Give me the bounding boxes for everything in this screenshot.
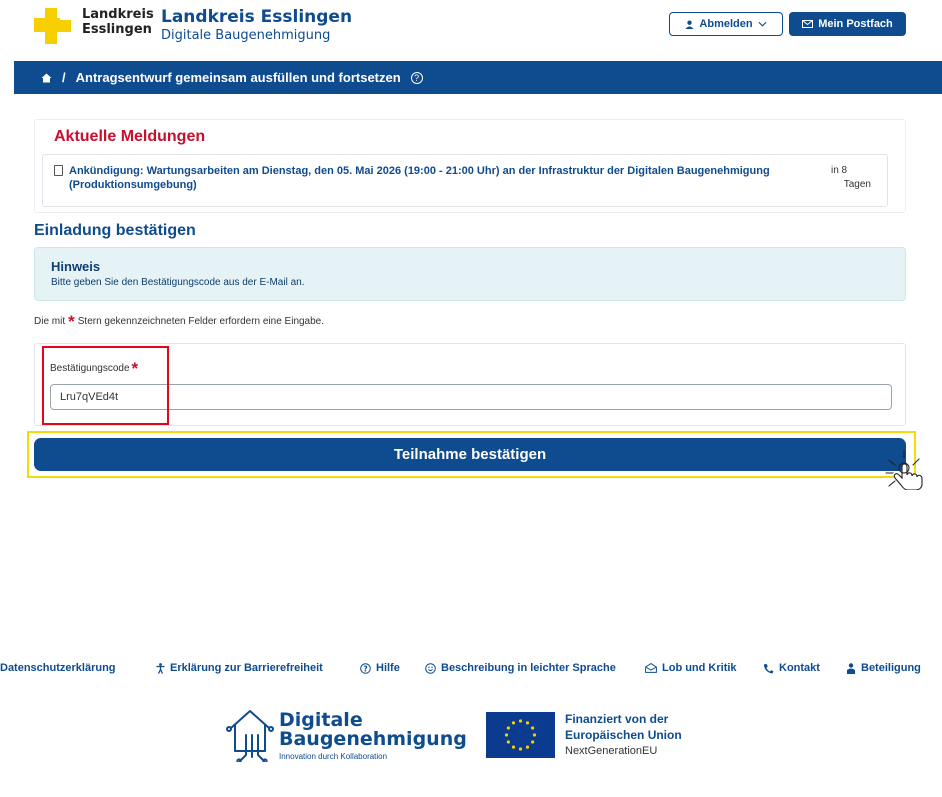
logout-button[interactable]: Abmelden	[669, 12, 783, 36]
news-item-age: in 8 Tagen	[831, 164, 871, 192]
breadcrumb-current: Antragsentwurf gemeinsam ausfüllen und f…	[75, 70, 401, 85]
required-note-prefix: Die mit	[34, 316, 66, 327]
mailbox-label: Mein Postfach	[818, 18, 893, 30]
eu-funding-note: Finanziert von der Europäischen Union Ne…	[565, 711, 682, 759]
phone-icon	[763, 663, 774, 673]
required-asterisk-icon: *	[68, 311, 75, 331]
footer-link-contact[interactable]: Kontakt	[763, 662, 820, 674]
confirmation-code-label: Bestätigungscode *	[50, 358, 139, 378]
mailbox-button[interactable]: Mein Postfach	[789, 12, 906, 36]
footer-links: Datenschutzerklärung Erklärung zur Barri…	[0, 662, 942, 678]
news-item-link[interactable]: Ankündigung: Wartungsarbeiten am Diensta…	[69, 164, 829, 192]
news-item-age-line2: Tagen	[843, 179, 871, 190]
svg-text:?: ?	[363, 664, 367, 673]
logo-line-1: Landkreis	[82, 7, 154, 22]
eu-star-icon	[525, 745, 530, 749]
logout-label: Abmelden	[699, 18, 753, 30]
accessibility-icon	[156, 662, 165, 674]
footer-link-participation[interactable]: Beteiligung	[846, 662, 921, 674]
footer-link-label: Beschreibung in leichter Sprache	[441, 662, 616, 674]
eu-line-2: Europäischen Union	[565, 728, 682, 742]
user-icon	[685, 20, 694, 29]
footer-link-label: Kontakt	[779, 662, 820, 674]
help-circle-icon: ?	[360, 662, 371, 674]
news-panel: Aktuelle Meldungen Ankündigung: Wartungs…	[34, 119, 906, 213]
footer-link-label: Lob und Kritik	[662, 662, 737, 674]
breadcrumb-separator: /	[62, 70, 66, 85]
news-item-age-line1: in 8	[831, 165, 848, 176]
eu-star-icon	[506, 740, 510, 744]
footer-link-label: Datenschutzerklärung	[0, 662, 116, 674]
eu-star-icon	[504, 733, 509, 737]
smiley-icon	[425, 662, 436, 674]
eu-star-icon	[506, 726, 510, 730]
site-title[interactable]: Landkreis Esslingen Digitale Baugenehmig…	[161, 7, 352, 44]
landkreis-logo-text: Landkreis Esslingen	[82, 7, 154, 37]
eu-flag-icon	[486, 712, 555, 758]
confirmation-code-input[interactable]	[50, 384, 892, 410]
envelope-icon	[802, 20, 814, 28]
home-icon[interactable]	[41, 73, 52, 83]
eu-star-icon	[525, 721, 530, 725]
db-logo-line-2: Baugenehmigung	[279, 728, 467, 750]
hint-text: Bitte geben Sie den Bestätigungscode aus…	[51, 277, 305, 288]
confirm-participation-button[interactable]: Teilnahme bestätigen	[34, 438, 906, 471]
required-asterisk-icon: *	[131, 358, 139, 378]
eu-star-icon	[518, 747, 523, 751]
eu-star-icon	[511, 721, 516, 725]
user-icon	[847, 662, 855, 674]
breadcrumb: / Antragsentwurf gemeinsam ausfüllen und…	[14, 61, 942, 94]
eu-star-icon	[531, 726, 535, 730]
hand-cursor-click-icon	[885, 450, 923, 490]
document-icon	[54, 165, 63, 176]
eu-star-icon	[532, 733, 537, 737]
eu-star-icon	[518, 719, 523, 723]
page-title: Einladung bestätigen	[34, 222, 196, 239]
footer-link-label: Erklärung zur Barrierefreiheit	[170, 662, 323, 674]
footer-link-help[interactable]: ? Hilfe	[360, 662, 400, 674]
eu-star-icon	[511, 745, 516, 749]
chevron-down-icon	[758, 21, 767, 27]
footer-link-privacy[interactable]: Datenschutzerklärung	[0, 662, 116, 674]
hint-box: Hinweis Bitte geben Sie den Bestätigungs…	[34, 247, 906, 301]
required-fields-note: Die mit * Stern gekennzeichneten Felder …	[34, 311, 325, 331]
hint-title: Hinweis	[51, 259, 101, 274]
envelope-open-icon	[645, 663, 657, 673]
eu-line-3: NextGenerationEU	[565, 745, 658, 757]
eu-line-1: Finanziert von der	[565, 712, 669, 726]
logo-line-2: Esslingen	[82, 22, 152, 37]
help-icon[interactable]: ?	[410, 71, 423, 84]
footer-link-easy-language[interactable]: Beschreibung in leichter Sprache	[425, 662, 616, 674]
news-item: Ankündigung: Wartungsarbeiten am Diensta…	[42, 154, 888, 207]
required-note-suffix: Stern gekennzeichneten Felder erfordern …	[77, 316, 325, 327]
footer-link-feedback[interactable]: Lob und Kritik	[645, 662, 737, 674]
site-subtitle: Digitale Baugenehmigung	[161, 28, 331, 43]
footer-link-label: Beteiligung	[861, 662, 921, 674]
confirmation-form: Bestätigungscode *	[34, 343, 906, 426]
house-circuit-icon	[226, 710, 274, 762]
digitale-baugenehmigung-logo: Digitale Baugenehmigung Innovation durch…	[225, 708, 467, 764]
db-logo-tagline: Innovation durch Kollaboration	[279, 752, 388, 761]
confirmation-code-label-text: Bestätigungscode	[50, 363, 130, 374]
eu-star-icon	[531, 740, 535, 744]
footer-link-label: Hilfe	[376, 662, 400, 674]
news-title: Aktuelle Meldungen	[54, 128, 206, 145]
landkreis-logo-icon	[34, 8, 78, 44]
site-title-main: Landkreis Esslingen	[161, 7, 353, 27]
footer-link-accessibility[interactable]: Erklärung zur Barrierefreiheit	[156, 662, 323, 674]
